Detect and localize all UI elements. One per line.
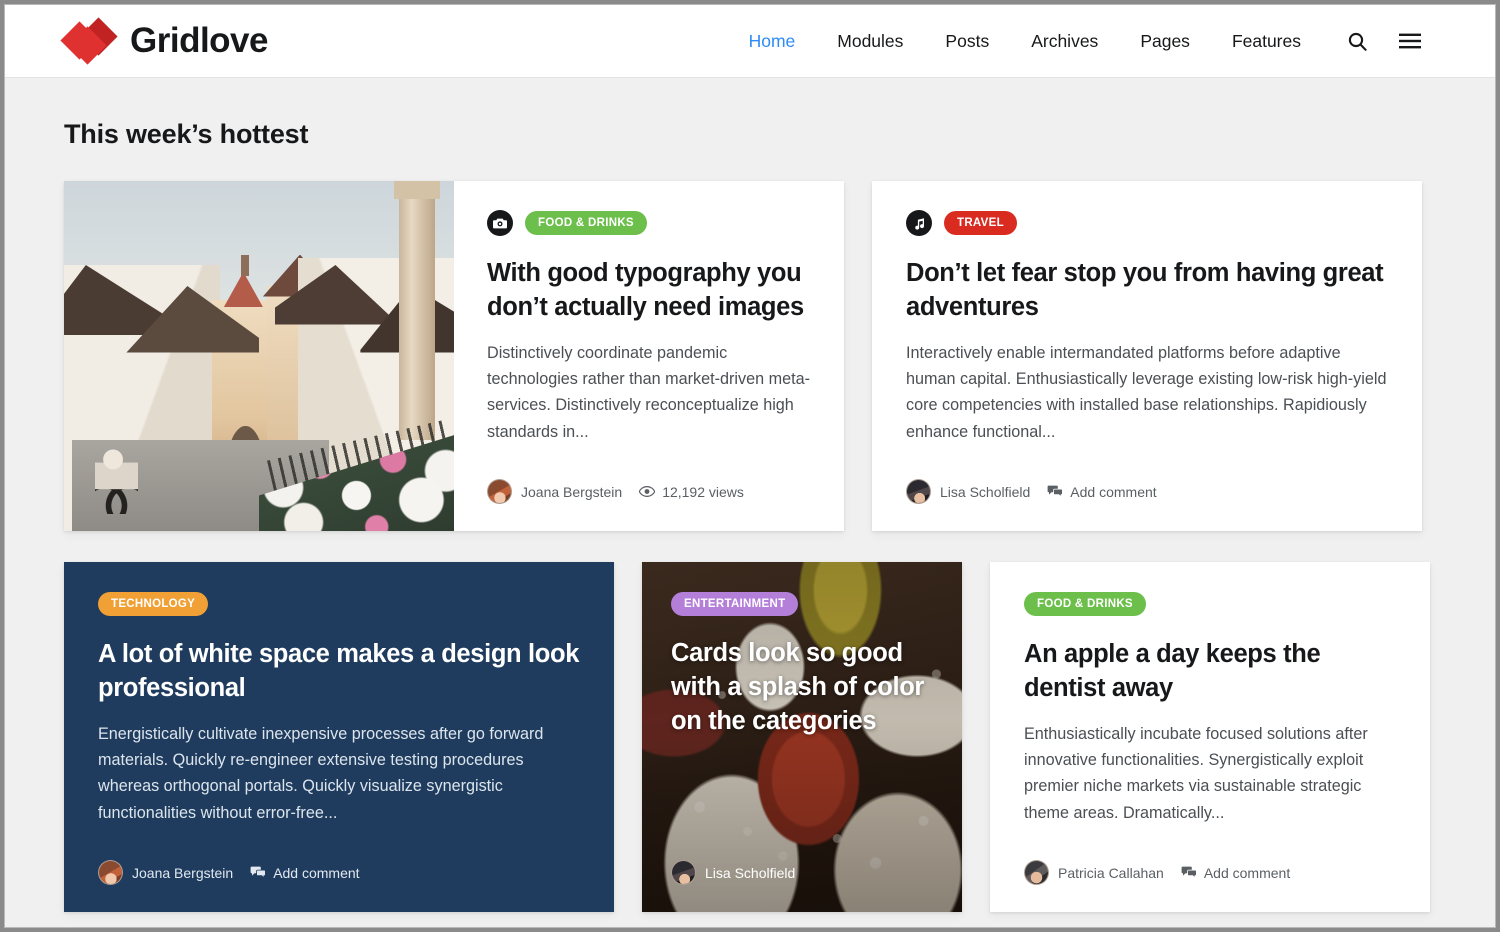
- post-card-footer: Joana Bergstein Add comment: [98, 860, 580, 912]
- post-grid-row-1: FOOD & DRINKS With good typography you d…: [64, 181, 1436, 531]
- site-logo-link[interactable]: Gridlove: [60, 17, 268, 65]
- add-comment-link[interactable]: Add comment: [1181, 865, 1290, 881]
- camera-glyph-icon: [493, 218, 507, 229]
- add-comment-label: Add comment: [1203, 864, 1291, 881]
- post-author[interactable]: Joana Bergstein: [487, 479, 622, 504]
- avatar: [1024, 860, 1049, 885]
- category-badge[interactable]: TRAVEL: [944, 211, 1017, 235]
- post-card-meta-head: FOOD & DRINKS: [487, 210, 811, 236]
- post-card-apple-a-day[interactable]: FOOD & DRINKS An apple a day keeps the d…: [990, 562, 1430, 912]
- nav-item-modules[interactable]: Modules: [816, 5, 924, 78]
- author-name: Joana Bergstein: [132, 864, 234, 881]
- post-author[interactable]: Lisa Scholfield: [906, 479, 1030, 504]
- post-excerpt: Interactively enable intermandated platf…: [906, 343, 1387, 441]
- post-card-meta-head: ENTERTAINMENT: [671, 591, 933, 617]
- comment-icon: [250, 866, 266, 879]
- post-title[interactable]: An apple a day keeps the dentist away: [1024, 638, 1396, 706]
- author-name: Joana Bergstein: [521, 483, 623, 500]
- menu-toggle-button[interactable]: [1383, 5, 1437, 78]
- post-card-adventures[interactable]: TRAVEL Don’t let fear stop you from havi…: [872, 181, 1422, 531]
- avatar: [487, 479, 512, 504]
- post-card-footer: Lisa Scholfield Add comment: [906, 479, 1388, 531]
- nav-item-pages[interactable]: Pages: [1119, 5, 1211, 78]
- hamburger-menu-icon: [1399, 33, 1421, 49]
- views-count: 12,192 views: [662, 483, 744, 500]
- post-card-body: FOOD & DRINKS With good typography you d…: [454, 181, 844, 531]
- nav-item-archives[interactable]: Archives: [1010, 5, 1119, 78]
- post-excerpt: Enthusiastically incubate focused soluti…: [1024, 724, 1368, 822]
- author-name: Lisa Scholfield: [940, 483, 1031, 500]
- nav-item-posts[interactable]: Posts: [924, 5, 1010, 78]
- category-badge[interactable]: FOOD & DRINKS: [1024, 592, 1146, 616]
- category-badge[interactable]: ENTERTAINMENT: [671, 592, 799, 616]
- eye-icon: [639, 486, 656, 497]
- post-author[interactable]: Lisa Scholfield: [671, 860, 795, 885]
- post-card-footer: Lisa Scholfield: [671, 860, 933, 912]
- brand-name: Gridlove: [130, 21, 268, 60]
- comment-icon: [1181, 866, 1197, 879]
- author-name: Patricia Callahan: [1058, 864, 1164, 881]
- post-card-meta-head: FOOD & DRINKS: [1024, 591, 1396, 617]
- add-comment-label: Add comment: [273, 864, 360, 881]
- post-card-footer: Joana Bergstein 12,192 views: [487, 479, 811, 531]
- post-thumbnail[interactable]: [64, 181, 454, 531]
- town-street-photo: [64, 181, 454, 531]
- post-grid-row-2: TECHNOLOGY A lot of white space makes a …: [64, 562, 1436, 912]
- avatar: [98, 860, 123, 885]
- add-comment-label: Add comment: [1070, 483, 1157, 500]
- search-icon: [1348, 32, 1367, 51]
- category-badge[interactable]: FOOD & DRINKS: [525, 211, 647, 235]
- post-title[interactable]: A lot of white space makes a design look…: [98, 638, 580, 706]
- post-views: 12,192 views: [639, 484, 744, 500]
- post-card-meta-head: TRAVEL: [906, 210, 1388, 236]
- gridlove-diamond-logo-icon: [60, 17, 118, 65]
- post-card-splash-of-color[interactable]: ENTERTAINMENT Cards look so good with a …: [642, 562, 962, 912]
- page-title: This week’s hottest: [64, 119, 309, 149]
- site-header: Gridlove Home Modules Posts Archives Pag…: [5, 5, 1495, 78]
- post-card-white-space[interactable]: TECHNOLOGY A lot of white space makes a …: [64, 562, 614, 912]
- category-badge[interactable]: TECHNOLOGY: [98, 592, 209, 616]
- post-card-footer: Patricia Callahan Add comment: [1024, 860, 1396, 912]
- camera-icon: [487, 210, 513, 236]
- avatar: [671, 860, 696, 885]
- post-author[interactable]: Patricia Callahan: [1024, 860, 1164, 885]
- post-title[interactable]: With good typography you don’t actually …: [487, 257, 811, 325]
- post-excerpt: Distinctively coordinate pandemic techno…: [487, 343, 811, 441]
- music-note-icon: [906, 210, 932, 236]
- nav-item-home[interactable]: Home: [728, 5, 817, 78]
- post-excerpt: Energistically cultivate inexpensive pro…: [98, 724, 544, 822]
- post-title[interactable]: Cards look so good with a splash of colo…: [671, 637, 933, 739]
- page-body: This week’s hottest FOOD & DRINKS With g…: [5, 119, 1495, 912]
- author-name: Lisa Scholfield: [705, 864, 796, 881]
- avatar: [906, 479, 931, 504]
- nav-item-features[interactable]: Features: [1211, 5, 1322, 78]
- post-card-meta-head: TECHNOLOGY: [98, 591, 580, 617]
- post-card-typography[interactable]: FOOD & DRINKS With good typography you d…: [64, 181, 844, 531]
- post-author[interactable]: Joana Bergstein: [98, 860, 233, 885]
- browser-viewport: Gridlove Home Modules Posts Archives Pag…: [4, 4, 1496, 928]
- search-button[interactable]: [1332, 5, 1383, 78]
- add-comment-link[interactable]: Add comment: [250, 864, 360, 881]
- post-title[interactable]: Don’t let fear stop you from having grea…: [906, 257, 1388, 325]
- music-note-glyph-icon: [914, 217, 924, 230]
- main-navigation: Home Modules Posts Archives Pages Featur…: [728, 5, 1437, 78]
- comment-icon: [1047, 485, 1064, 498]
- add-comment-link[interactable]: Add comment: [1047, 483, 1157, 500]
